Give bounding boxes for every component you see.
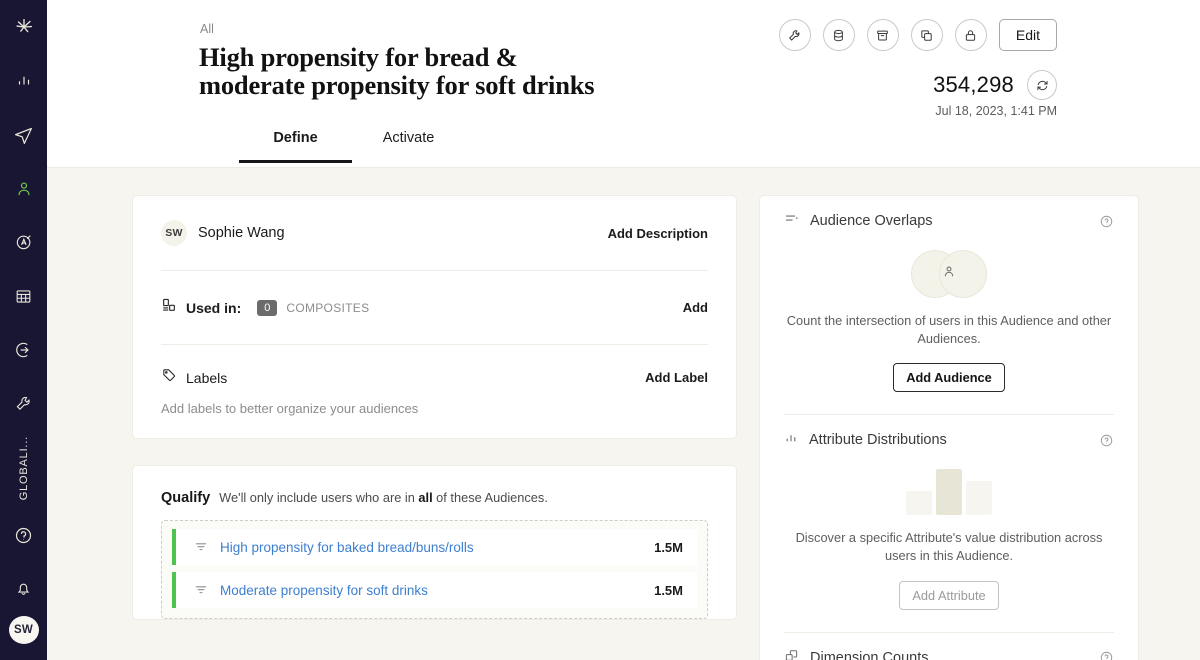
panel-dimension-counts: Dimension Counts bbox=[760, 633, 1138, 660]
breadcrumb[interactable]: All bbox=[200, 22, 214, 36]
logo-sparkle-icon[interactable] bbox=[0, 0, 47, 55]
help-circle-icon[interactable] bbox=[1099, 650, 1114, 660]
audience-count-value: 1.5M bbox=[654, 540, 683, 555]
panel-header: Attribute Distributions bbox=[784, 415, 1114, 465]
left-column: SW Sophie Wang Add Description bbox=[132, 195, 737, 620]
tab-define[interactable]: Define bbox=[239, 122, 352, 163]
filter-icon bbox=[194, 583, 208, 597]
used-in-unit: COMPOSITES bbox=[286, 301, 369, 315]
send-icon[interactable] bbox=[0, 108, 47, 162]
count-timestamp: Jul 18, 2023, 1:41 PM bbox=[935, 104, 1057, 118]
add-label-button[interactable]: Add Label bbox=[645, 370, 708, 385]
panel-audience-overlaps: Audience Overlaps bbox=[760, 196, 1138, 414]
bar-2 bbox=[936, 469, 962, 515]
database-button[interactable] bbox=[823, 19, 855, 51]
global-sidebar: GLOBALI... SW bbox=[0, 0, 47, 660]
app-root: GLOBALI... SW All High propensity for br… bbox=[0, 0, 1200, 660]
audience-count: 354,298 bbox=[933, 72, 1014, 98]
edit-button[interactable]: Edit bbox=[999, 19, 1057, 51]
composites-icon bbox=[161, 297, 177, 318]
right-column: Audience Overlaps bbox=[759, 195, 1139, 660]
add-composite-button[interactable]: Add bbox=[683, 300, 708, 315]
sidebar-avatar[interactable]: SW bbox=[9, 616, 39, 644]
bar-1 bbox=[906, 491, 932, 515]
analytics-icon[interactable] bbox=[0, 55, 47, 109]
page-title: High propensity for bread & moderate pro… bbox=[199, 44, 629, 100]
qualify-subtitle: We'll only include users who are in all … bbox=[219, 490, 548, 505]
audience-count-value: 1.5M bbox=[654, 583, 683, 598]
audience-count-row: 354,298 bbox=[933, 70, 1057, 100]
bars-graphic bbox=[784, 469, 1114, 515]
header-actions: Edit bbox=[779, 19, 1057, 51]
page-header: All High propensity for bread & moderate… bbox=[47, 0, 1200, 168]
used-in-count-badge: 0 bbox=[257, 300, 277, 316]
panel-attribute-distributions: Attribute Distributions bbox=[760, 415, 1138, 631]
sidebar-item-audiences[interactable] bbox=[0, 162, 47, 216]
panel-description: Discover a specific Attribute's value di… bbox=[784, 529, 1114, 564]
filter-icon bbox=[194, 540, 208, 554]
owner-name: Sophie Wang bbox=[198, 225, 285, 241]
main-area: All High propensity for bread & moderate… bbox=[47, 0, 1200, 660]
overlap-lines-icon bbox=[784, 211, 799, 231]
add-attribute-button[interactable]: Add Attribute bbox=[899, 581, 998, 610]
labels-title: Labels bbox=[186, 370, 227, 386]
panel-title: Dimension Counts bbox=[810, 650, 928, 660]
bar-3 bbox=[966, 481, 992, 515]
page-tabs: Define Activate bbox=[239, 122, 465, 163]
owner-avatar: SW bbox=[161, 220, 187, 246]
audience-name[interactable]: Moderate propensity for soft drinks bbox=[220, 583, 654, 598]
archive-button[interactable] bbox=[867, 19, 899, 51]
details-card: SW Sophie Wang Add Description bbox=[132, 195, 737, 439]
tools-button[interactable] bbox=[779, 19, 811, 51]
panel-header: Audience Overlaps bbox=[784, 196, 1114, 246]
bar-chart-icon bbox=[784, 431, 798, 450]
panel-body: Discover a specific Attribute's value di… bbox=[784, 469, 1114, 631]
labels-hint: Add labels to better organize your audie… bbox=[161, 401, 708, 416]
qualify-title: Qualify bbox=[161, 490, 210, 506]
person-icon bbox=[942, 264, 957, 284]
tables-grid-icon[interactable] bbox=[0, 269, 47, 323]
duplicate-button[interactable] bbox=[911, 19, 943, 51]
list-item[interactable]: Moderate propensity for soft drinks 1.5M bbox=[172, 572, 697, 608]
audience-name[interactable]: High propensity for baked bread/buns/rol… bbox=[220, 540, 654, 555]
panel-description: Count the intersection of users in this … bbox=[784, 312, 1114, 347]
help-circle-icon[interactable] bbox=[1099, 214, 1114, 229]
used-in-row: Used in: 0 COMPOSITES Add bbox=[133, 271, 736, 344]
insights-card: Audience Overlaps bbox=[759, 195, 1139, 660]
qualify-card: Qualify We'll only include users who are… bbox=[132, 465, 737, 620]
activation-icon[interactable] bbox=[0, 216, 47, 270]
qualify-audience-list: High propensity for baked bread/buns/rol… bbox=[161, 520, 708, 619]
tools-wrench-icon[interactable] bbox=[0, 377, 47, 431]
workspace-label[interactable]: GLOBALI... bbox=[18, 436, 30, 500]
panel-title: Attribute Distributions bbox=[809, 432, 947, 448]
tag-icon bbox=[161, 367, 177, 388]
add-description-button[interactable]: Add Description bbox=[608, 226, 708, 241]
dimension-icon bbox=[784, 648, 799, 660]
add-audience-button[interactable]: Add Audience bbox=[893, 363, 1005, 392]
lock-button[interactable] bbox=[955, 19, 987, 51]
tab-activate[interactable]: Activate bbox=[352, 122, 465, 163]
used-in-label: Used in: bbox=[186, 300, 241, 316]
panel-body: Count the intersection of users in this … bbox=[784, 250, 1114, 414]
venn-diagram-graphic bbox=[911, 250, 987, 298]
refresh-count-button[interactable] bbox=[1027, 70, 1057, 100]
help-circle-icon[interactable] bbox=[1099, 433, 1114, 448]
panel-header: Dimension Counts bbox=[784, 633, 1114, 660]
help-question-icon[interactable] bbox=[0, 508, 47, 562]
import-icon[interactable] bbox=[0, 323, 47, 377]
panel-title: Audience Overlaps bbox=[810, 213, 933, 229]
labels-section: Labels Add Label Add labels to better or… bbox=[133, 345, 736, 438]
bell-icon[interactable] bbox=[0, 562, 47, 616]
qualify-header: Qualify We'll only include users who are… bbox=[133, 466, 736, 506]
content-area: SW Sophie Wang Add Description bbox=[47, 168, 1200, 660]
owner-row: SW Sophie Wang Add Description bbox=[133, 196, 736, 270]
list-item[interactable]: High propensity for baked bread/buns/rol… bbox=[172, 529, 697, 565]
